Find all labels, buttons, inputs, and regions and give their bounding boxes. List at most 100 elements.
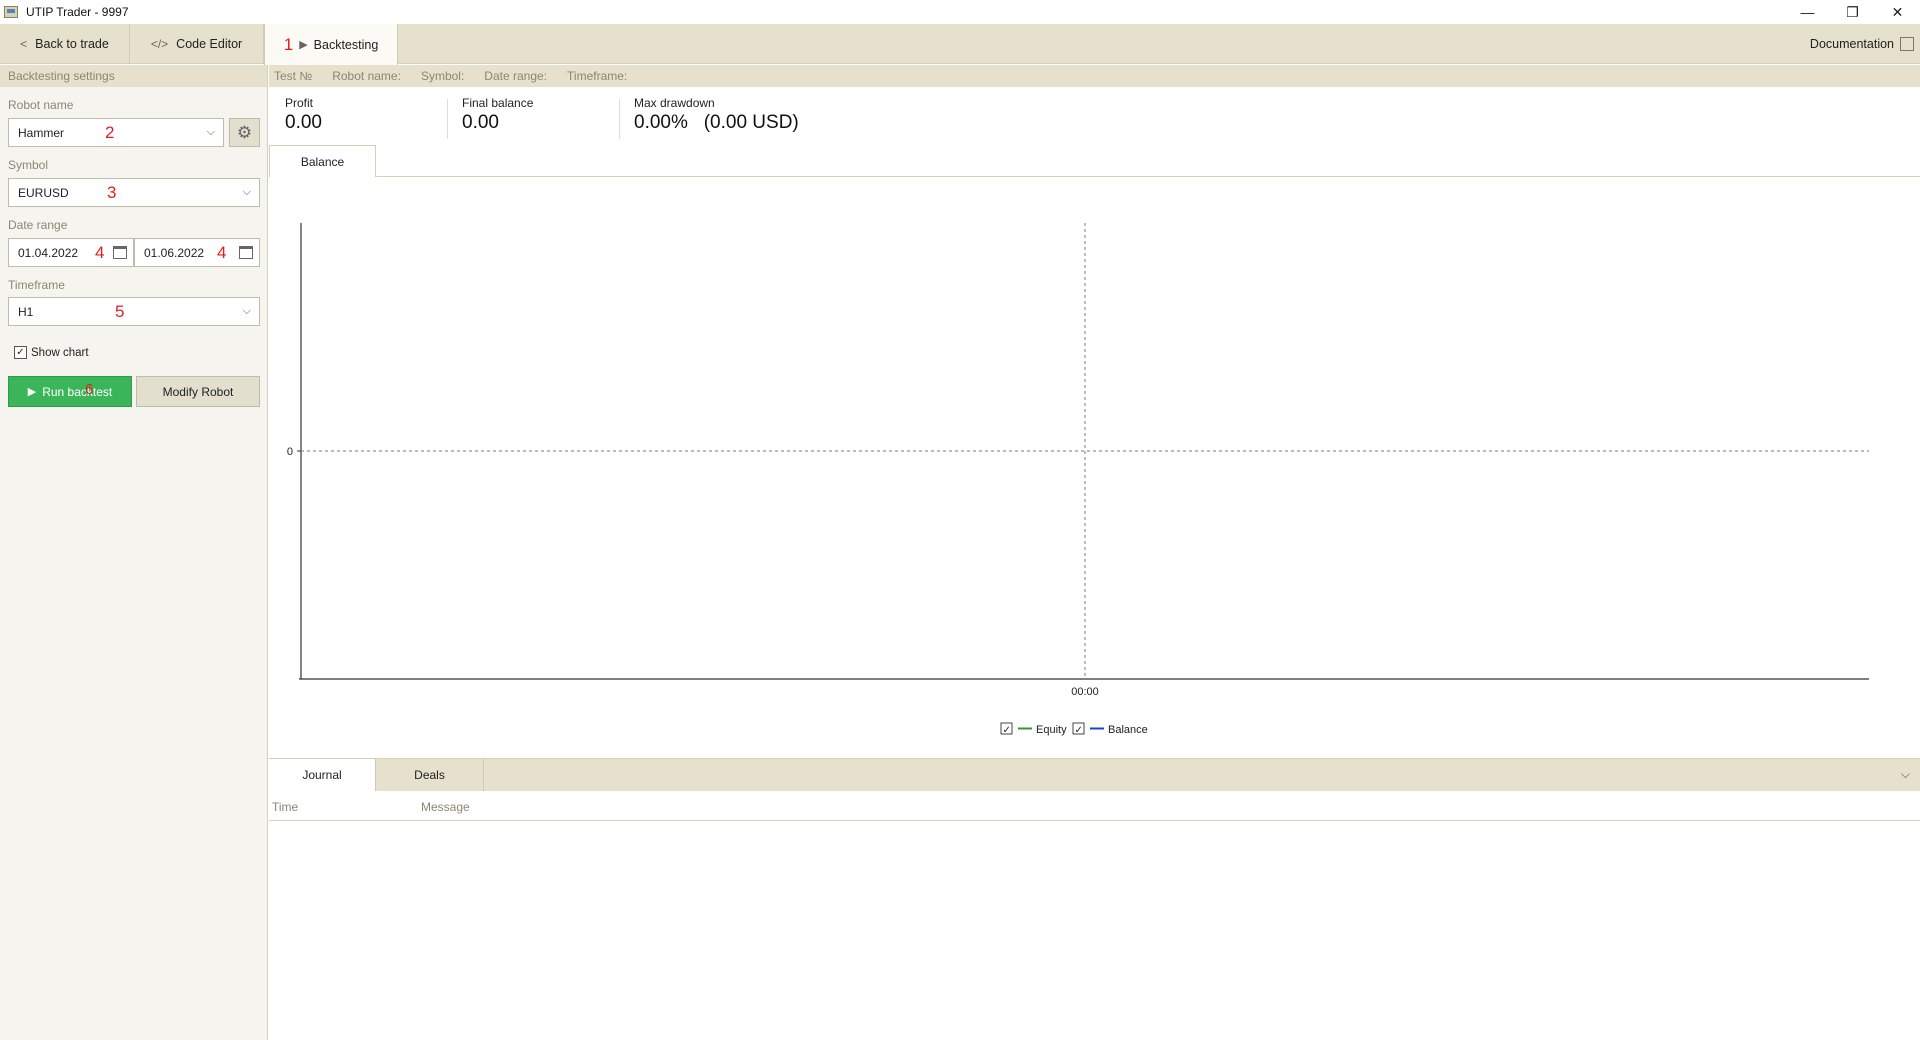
max-drawdown-stat: Max drawdown 0.00% (0.00 USD)	[634, 96, 799, 134]
tab-back-label: Back to trade	[35, 37, 109, 51]
divider	[447, 99, 448, 139]
stats-row: Profit 0.00 Final balance 0.00 Max drawd…	[269, 87, 1920, 147]
gear-icon: ⚙	[236, 122, 253, 142]
play-icon: ▶	[27, 386, 37, 398]
timeframe-label: Timeframe	[8, 278, 65, 292]
window-controls: — ❐ ✕	[1785, 0, 1920, 24]
date-range-label: Date range	[8, 218, 68, 232]
tab-balance[interactable]: Balance	[269, 145, 376, 177]
modify-robot-label: Modify Robot	[162, 384, 234, 399]
test-info-bar: Test № Robot name: Symbol: Date range: T…	[269, 65, 1920, 87]
tab-deals[interactable]: Deals	[376, 759, 484, 791]
tab-backtesting[interactable]: 1 ▶ Backtesting	[264, 24, 398, 65]
timeframe-info: Timeframe:	[567, 69, 628, 83]
collapse-panel-chevron-icon[interactable]: ⌵	[1901, 767, 1910, 782]
main-panel: Test № Robot name: Symbol: Date range: T…	[269, 65, 1920, 1040]
documentation-link[interactable]: Documentation	[1810, 24, 1914, 64]
profit-value: 0.00	[285, 112, 322, 133]
calendar-icon[interactable]	[239, 246, 253, 259]
window-title: UTIP Trader - 9997	[26, 5, 129, 19]
tab-code-editor-label: Code Editor	[176, 37, 243, 51]
date-from-value: 01.04.2022	[18, 245, 79, 260]
chart-tabbar: Balance	[269, 145, 1920, 177]
symbol-info: Symbol:	[420, 69, 465, 83]
bottom-panel: Journal Deals ⌵ Time Message	[269, 758, 1920, 1040]
top-tabbar: < Back to trade </> Code Editor 1 ▶ Back…	[0, 24, 1920, 65]
column-time[interactable]: Time	[272, 800, 298, 814]
bottom-tabbar: Journal Deals ⌵	[269, 759, 1920, 791]
annotation-marker-2: 2	[105, 123, 115, 142]
date-from-input[interactable]: 01.04.2022 4	[8, 238, 134, 267]
show-chart-label: Show chart	[31, 346, 89, 359]
date-to-value: 01.06.2022	[144, 245, 205, 260]
y-tick-label: 0	[287, 446, 293, 458]
annotation-marker-3: 3	[107, 183, 117, 202]
annotation-marker-6: 6	[85, 381, 94, 398]
settings-header: Backtesting settings	[0, 65, 267, 87]
restore-icon: ❐	[1846, 3, 1859, 20]
annotation-marker-4b: 4	[217, 243, 227, 262]
chevron-down-icon: ⌵	[242, 186, 251, 198]
chevron-down-icon: ⌵	[242, 305, 251, 317]
column-message[interactable]: Message	[421, 800, 470, 814]
legend-label: Balance	[1108, 724, 1148, 736]
calendar-icon[interactable]	[113, 246, 127, 259]
code-icon: </>	[150, 37, 169, 51]
robot-name-info: Robot name:	[332, 69, 401, 83]
journal-column-headers: Time Message	[269, 791, 1920, 821]
backtesting-settings-panel: Backtesting settings Robot name Hammer 2…	[0, 65, 268, 1040]
date-to-input[interactable]: 01.06.2022 4	[134, 238, 260, 267]
robot-name-select[interactable]: Hammer 2 ⌵	[8, 118, 224, 147]
profit-label: Profit	[285, 96, 314, 110]
run-backtest-label: Run backtest	[42, 384, 113, 399]
robot-name-value: Hammer	[18, 125, 65, 140]
annotation-marker-5: 5	[115, 302, 125, 321]
documentation-label: Documentation	[1809, 37, 1894, 51]
x-tick-label: 00:00	[1071, 686, 1099, 698]
profit-stat: Profit 0.00	[285, 96, 322, 134]
checkbox-check-icon: ✓	[14, 346, 27, 359]
run-backtest-button[interactable]: ▶ Run backtest 6	[8, 376, 132, 407]
timeframe-select[interactable]: H1 5 ⌵	[8, 297, 260, 326]
annotation-marker-4: 4	[95, 243, 105, 262]
divider	[619, 99, 620, 139]
symbol-label: Symbol	[8, 158, 49, 172]
symbol-select[interactable]: EURUSD 3 ⌵	[8, 178, 260, 207]
tab-journal[interactable]: Journal	[269, 759, 376, 791]
window-titlebar: UTIP Trader - 9997 — ❐ ✕	[0, 0, 1920, 24]
show-chart-checkbox[interactable]: ✓ Show chart	[14, 346, 89, 359]
legend-check-icon: ✓	[1003, 725, 1011, 736]
final-balance-stat: Final balance 0.00	[462, 96, 533, 134]
tab-backtesting-label: Backtesting	[313, 37, 379, 52]
date-range-info: Date range:	[484, 69, 548, 83]
annotation-marker-1: 1	[283, 34, 294, 54]
max-drawdown-value: 0.00% (0.00 USD)	[634, 112, 799, 133]
minimize-button[interactable]: —	[1785, 0, 1830, 24]
balance-chart: 0 00:00 ✓ Equity ✓ Balance	[287, 223, 1869, 736]
close-button[interactable]: ✕	[1875, 0, 1920, 24]
final-balance-value: 0.00	[462, 112, 499, 133]
tab-back-to-trade[interactable]: < Back to trade	[0, 24, 130, 64]
robot-settings-button[interactable]: ⚙	[229, 118, 260, 147]
app-logo-icon	[4, 6, 18, 18]
play-icon: ▶	[299, 39, 308, 51]
modify-robot-button[interactable]: Modify Robot	[136, 376, 260, 407]
timeframe-value: H1	[18, 304, 34, 319]
test-number-label: Test №	[274, 69, 313, 83]
max-drawdown-label: Max drawdown	[634, 96, 715, 110]
robot-name-label: Robot name	[8, 98, 74, 112]
chevron-left-icon: <	[20, 37, 28, 51]
restore-button[interactable]: ❐	[1830, 0, 1875, 24]
minimize-icon: —	[1800, 4, 1815, 20]
balance-chart-area: 0 00:00 ✓ Equity ✓ Balance	[269, 177, 1920, 757]
tab-deals-label: Deals	[414, 768, 445, 782]
close-icon: ✕	[1891, 3, 1904, 20]
legend-label: Equity	[1036, 724, 1067, 736]
legend-check-icon: ✓	[1075, 725, 1083, 736]
chevron-down-icon: ⌵	[206, 126, 215, 138]
tab-code-editor[interactable]: </> Code Editor	[130, 24, 264, 64]
symbol-value: EURUSD	[18, 185, 69, 200]
external-link-icon	[1900, 37, 1914, 51]
final-balance-label: Final balance	[462, 96, 534, 110]
tab-balance-label: Balance	[300, 154, 345, 169]
